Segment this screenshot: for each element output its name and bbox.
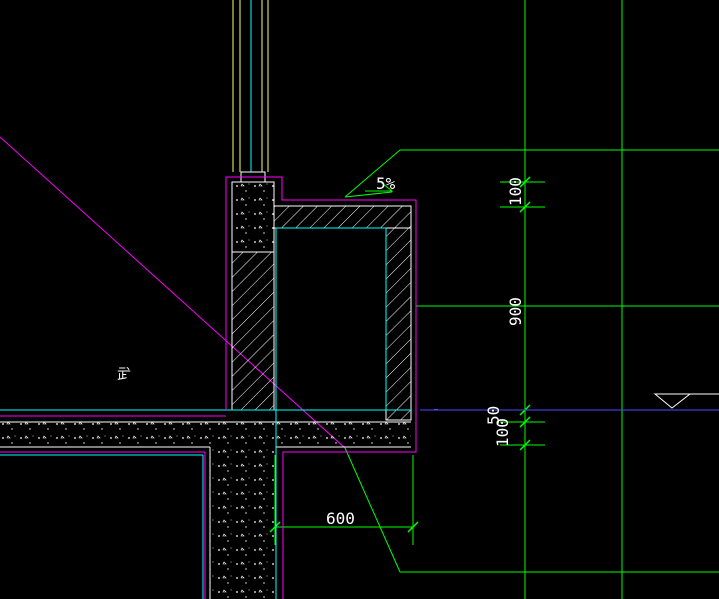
- dim-vertical-900: 900: [506, 297, 525, 326]
- cad-drawing-canvas: 5% 㱐 600 100 900 50 100: [0, 0, 719, 599]
- box-top-slab: [274, 206, 411, 228]
- wall-concrete-top: [232, 182, 274, 252]
- room-label: 㱐: [117, 367, 131, 383]
- dim-vertical-100-top: 100: [506, 177, 525, 206]
- slope-label: 5%: [376, 174, 396, 193]
- dim-horizontal-600: 600: [326, 509, 355, 528]
- floor-slab: [0, 422, 411, 447]
- wall-hatch: [232, 252, 274, 410]
- box-right-wall: [386, 228, 411, 420]
- lower-column: [210, 447, 276, 599]
- dim-vertical-100-bottom: 100: [493, 418, 512, 447]
